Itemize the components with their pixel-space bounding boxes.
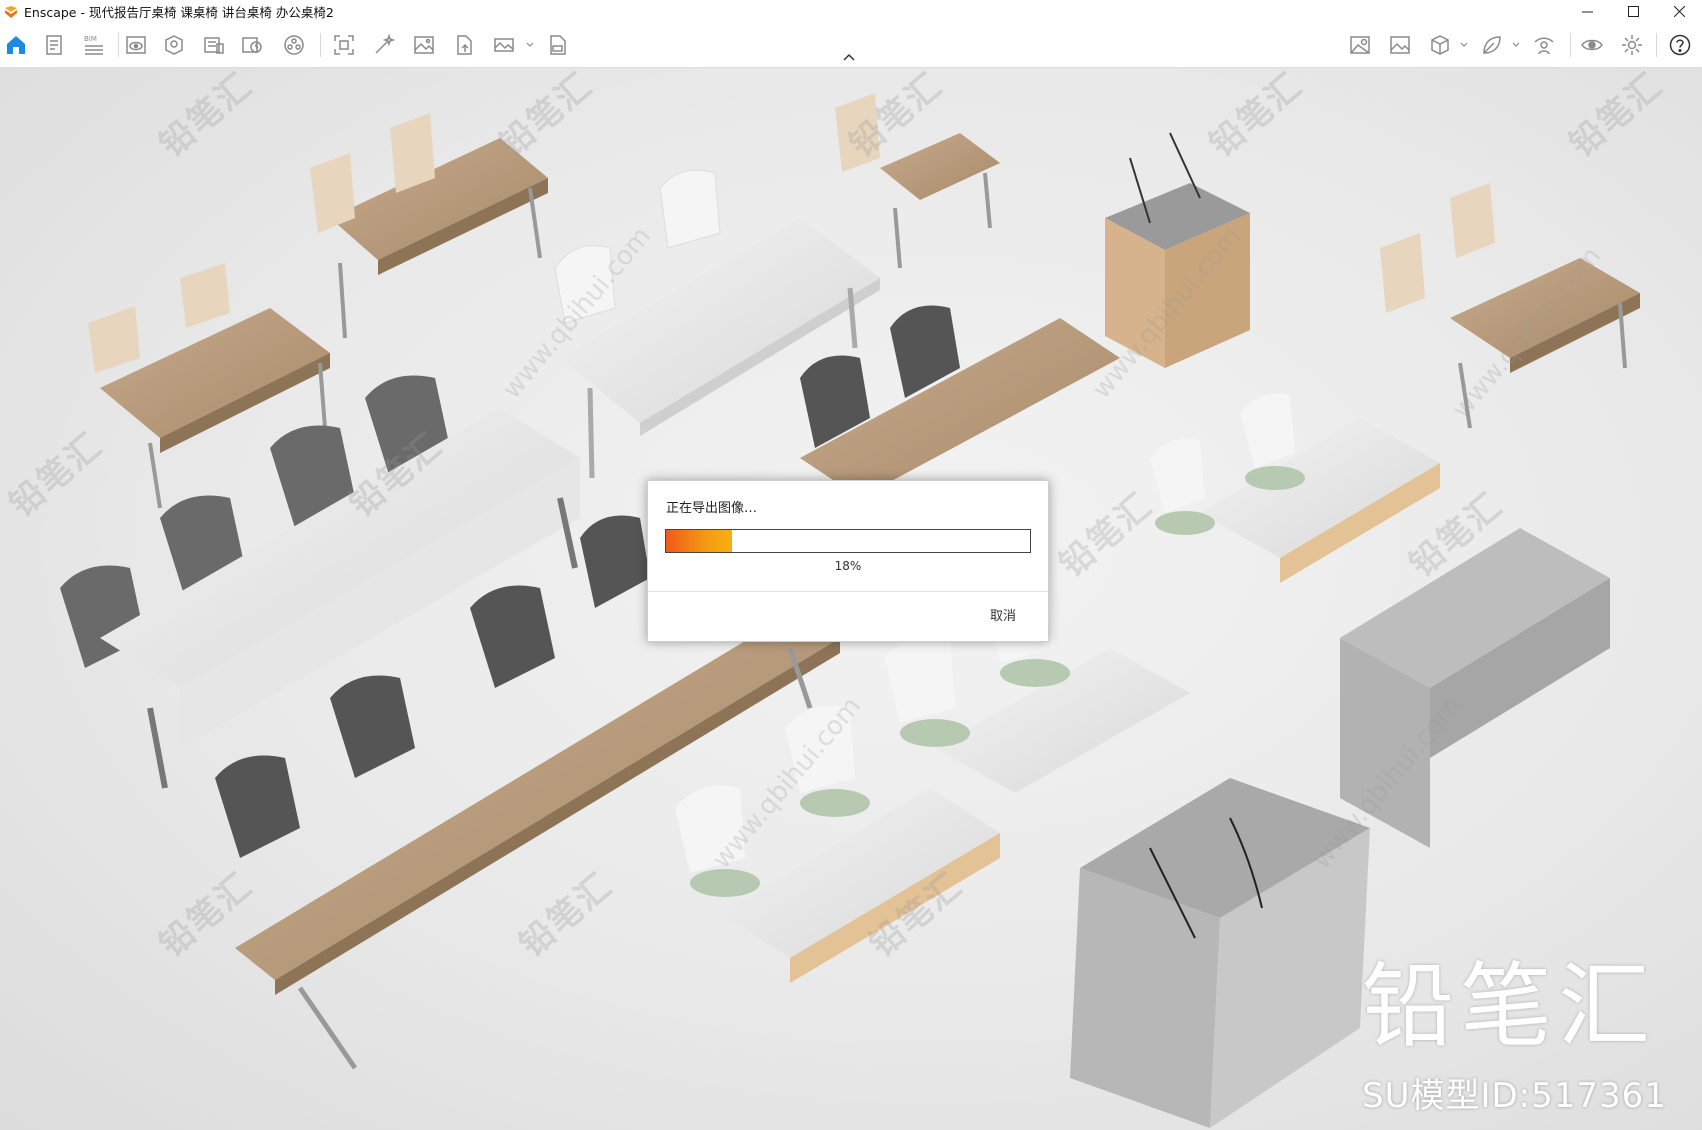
maximize-button[interactable] bbox=[1610, 0, 1656, 23]
gallery-button[interactable] bbox=[1386, 31, 1414, 59]
chevron-down-icon[interactable] bbox=[526, 41, 534, 49]
toolbar-separator bbox=[1656, 33, 1657, 57]
settings-button[interactable] bbox=[1618, 31, 1646, 59]
model-id-label: SU模型ID:517361 bbox=[1362, 1076, 1667, 1116]
close-button[interactable] bbox=[1656, 0, 1702, 23]
title-bar: Enscape - 现代报告厅桌椅 课桌椅 讲台桌椅 办公桌椅2 bbox=[0, 0, 1702, 23]
leaf-button[interactable] bbox=[1478, 31, 1506, 59]
home-button[interactable] bbox=[2, 31, 30, 59]
dialog-separator bbox=[648, 591, 1048, 592]
svg-text:BIM: BIM bbox=[84, 35, 97, 43]
render-icon bbox=[204, 37, 224, 54]
dialog-message: 正在导出图像… bbox=[666, 501, 758, 516]
toolbar-separator bbox=[320, 33, 321, 57]
school-desk-group-right bbox=[1380, 183, 1640, 429]
toolbar-separator bbox=[118, 33, 119, 57]
chevron-down-icon[interactable] bbox=[1512, 41, 1520, 49]
video-editor-button[interactable] bbox=[238, 31, 266, 59]
maximize-icon bbox=[1627, 6, 1639, 17]
person-button[interactable] bbox=[1530, 31, 1558, 59]
magic-wand-button[interactable] bbox=[370, 31, 398, 59]
home-icon bbox=[7, 36, 25, 54]
cube-icon bbox=[1431, 35, 1449, 55]
cancel-button[interactable]: 取消 bbox=[990, 605, 1016, 624]
map-button[interactable] bbox=[1346, 31, 1374, 59]
eye-icon bbox=[1581, 39, 1603, 51]
bim-button[interactable]: BIM bbox=[80, 31, 108, 59]
panorama-button[interactable] bbox=[280, 31, 308, 59]
minimize-icon bbox=[1581, 11, 1593, 13]
image-button[interactable] bbox=[410, 31, 438, 59]
panorama-icon bbox=[284, 35, 304, 55]
asset-library-button[interactable] bbox=[160, 31, 188, 59]
enscape-logo-icon bbox=[5, 5, 17, 18]
render-button[interactable] bbox=[200, 31, 228, 59]
progress-bar bbox=[665, 529, 1031, 553]
magic-wand-icon bbox=[375, 33, 396, 54]
video-icon bbox=[242, 37, 262, 53]
toolbar-separator bbox=[1570, 33, 1571, 57]
cube-button[interactable] bbox=[1426, 31, 1454, 59]
asset-icon bbox=[165, 35, 183, 55]
screenshot-icon bbox=[334, 35, 354, 55]
person-icon bbox=[1534, 37, 1554, 55]
settings-icon bbox=[1622, 35, 1642, 55]
progress-percent: 18% bbox=[834, 559, 862, 573]
gallery-icon bbox=[1390, 36, 1410, 54]
help-button[interactable] bbox=[1666, 31, 1694, 59]
file-export-button[interactable] bbox=[450, 31, 478, 59]
export-progress-dialog: 正在导出图像… 18% 取消 bbox=[647, 480, 1049, 642]
bim-icon: BIM bbox=[84, 35, 103, 55]
preview-button[interactable] bbox=[122, 31, 150, 59]
preview-icon bbox=[126, 36, 146, 54]
image-icon bbox=[414, 36, 434, 54]
panorama-360-icon bbox=[494, 38, 514, 52]
window-title: Enscape - 现代报告厅桌椅 课桌椅 讲台桌椅 办公桌椅2 bbox=[24, 5, 334, 20]
progress-fill bbox=[666, 530, 732, 552]
document-icon bbox=[46, 35, 62, 55]
collapse-toolbar-chevron-icon[interactable] bbox=[842, 52, 856, 62]
close-icon bbox=[1673, 6, 1685, 17]
brand-watermark: 铅笔汇 bbox=[1362, 953, 1657, 1060]
exe-export-icon bbox=[550, 35, 566, 55]
help-icon bbox=[1669, 34, 1691, 56]
grey-lectern bbox=[1070, 778, 1370, 1128]
exe-export-button[interactable] bbox=[544, 31, 572, 59]
minimize-button[interactable] bbox=[1564, 0, 1610, 23]
map-icon bbox=[1350, 36, 1370, 54]
window-controls bbox=[1564, 0, 1702, 23]
chevron-down-icon[interactable] bbox=[1460, 41, 1468, 49]
leaf-icon bbox=[1483, 36, 1501, 54]
file-export-icon bbox=[457, 35, 472, 55]
document-button[interactable] bbox=[40, 31, 68, 59]
screenshot-button[interactable] bbox=[330, 31, 358, 59]
panorama-360-button[interactable] bbox=[490, 31, 518, 59]
eye-button[interactable] bbox=[1578, 31, 1606, 59]
